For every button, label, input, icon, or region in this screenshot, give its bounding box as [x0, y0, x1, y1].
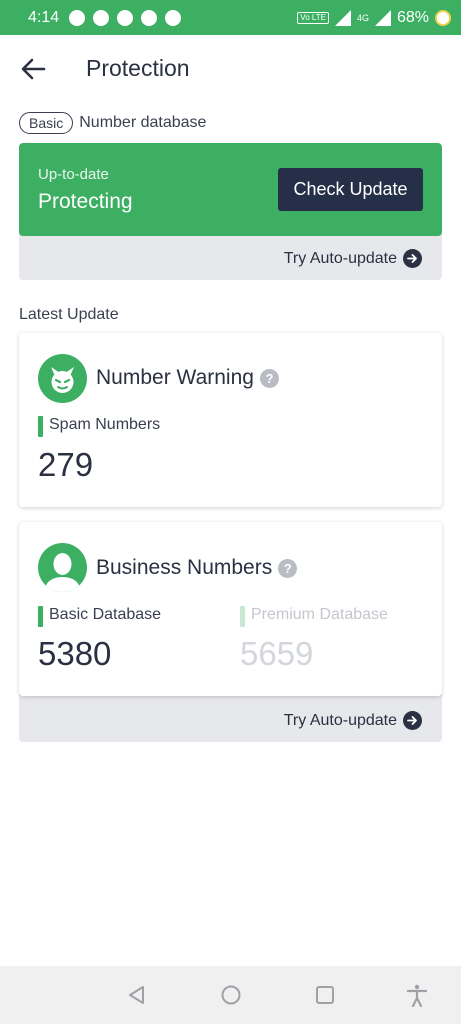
arrow-right-circle-icon: [403, 249, 422, 268]
premium-database-label: Premium Database: [240, 606, 388, 627]
page-title: Protection: [86, 55, 190, 81]
spam-numbers-value: 279: [38, 446, 94, 483]
business-numbers-section: Business Numbers ? Basic Database 5380 P…: [19, 522, 442, 742]
battery-saver-icon: [435, 9, 451, 26]
spam-numbers-label: Spam Numbers: [38, 416, 161, 437]
person-silhouette-icon: [38, 543, 87, 592]
devil-face-icon: [38, 354, 87, 403]
number-warning-title: Number Warning ?: [96, 366, 279, 390]
tier-badge: Basic: [19, 112, 74, 134]
chat-notification-icon: [117, 9, 134, 26]
status-time: 4:14: [28, 8, 60, 26]
number-warning-card: Number Warning ? Spam Numbers 279: [19, 333, 442, 507]
business-numbers-title: Business Numbers ?: [96, 556, 298, 580]
status-title: Protecting: [38, 190, 133, 213]
notification-icons: [69, 9, 182, 26]
database-status-card: Up-to-date Protecting Check Update Try A…: [19, 143, 442, 280]
nav-home-icon[interactable]: [219, 983, 243, 1007]
system-navigation-bar: [0, 966, 461, 1024]
message-notification-icon: [69, 9, 86, 26]
volte-badge: Vo LTE: [297, 11, 329, 24]
try-auto-update-link[interactable]: Try Auto-update: [284, 711, 422, 730]
stat-indicator-bar: [38, 416, 43, 437]
nav-recents-icon[interactable]: [313, 983, 337, 1007]
system-indicators: Vo LTE 4G 68%: [297, 9, 451, 27]
airtel-notification-icon: [93, 9, 110, 26]
auto-update-label: Try Auto-update: [283, 249, 397, 267]
question-circle-icon[interactable]: ?: [278, 558, 298, 578]
database-status-banner: Up-to-date Protecting Check Update: [19, 143, 442, 236]
accessibility-icon[interactable]: [405, 983, 429, 1007]
status-bar: 4:14 Vo LTE 4G 68%: [0, 0, 461, 35]
auto-update-label: Try Auto-update: [283, 711, 397, 729]
check-update-button[interactable]: Check Update: [278, 168, 423, 211]
basic-database-value: 5380: [38, 635, 112, 672]
swiggy-notification-icon: [141, 9, 158, 26]
database-section-header: Basic Number database: [19, 112, 206, 134]
battery-percent: 68%: [396, 8, 429, 26]
cell-signal-icon: [374, 9, 391, 26]
business-numbers-card: Business Numbers ? Basic Database 5380 P…: [19, 522, 442, 696]
premium-database-label-text: Premium Database: [251, 606, 388, 623]
wifi-signal-icon: [334, 9, 351, 26]
spam-numbers-label-text: Spam Numbers: [49, 416, 161, 433]
database-section-label: Number database: [79, 114, 207, 131]
app-bar: Protection: [0, 35, 461, 103]
stat-indicator-bar: [240, 606, 245, 627]
basic-database-label-text: Basic Database: [49, 606, 162, 623]
number-warning-title-text: Number Warning: [96, 366, 254, 389]
question-circle-icon[interactable]: ?: [259, 368, 279, 388]
nav-back-icon[interactable]: [125, 983, 149, 1007]
business-numbers-title-text: Business Numbers: [96, 556, 273, 579]
basic-database-label: Basic Database: [38, 606, 162, 627]
facebook-notification-icon: [165, 9, 182, 26]
arrow-right-circle-icon: [403, 711, 422, 730]
latest-update-label: Latest Update: [19, 306, 119, 323]
network-type: 4G: [356, 12, 369, 23]
premium-database-value: 5659: [240, 635, 314, 672]
try-auto-update-link[interactable]: Try Auto-update: [284, 249, 422, 268]
back-arrow-icon[interactable]: [20, 57, 46, 81]
stat-indicator-bar: [38, 606, 43, 627]
status-subtitle: Up-to-date: [38, 166, 109, 183]
